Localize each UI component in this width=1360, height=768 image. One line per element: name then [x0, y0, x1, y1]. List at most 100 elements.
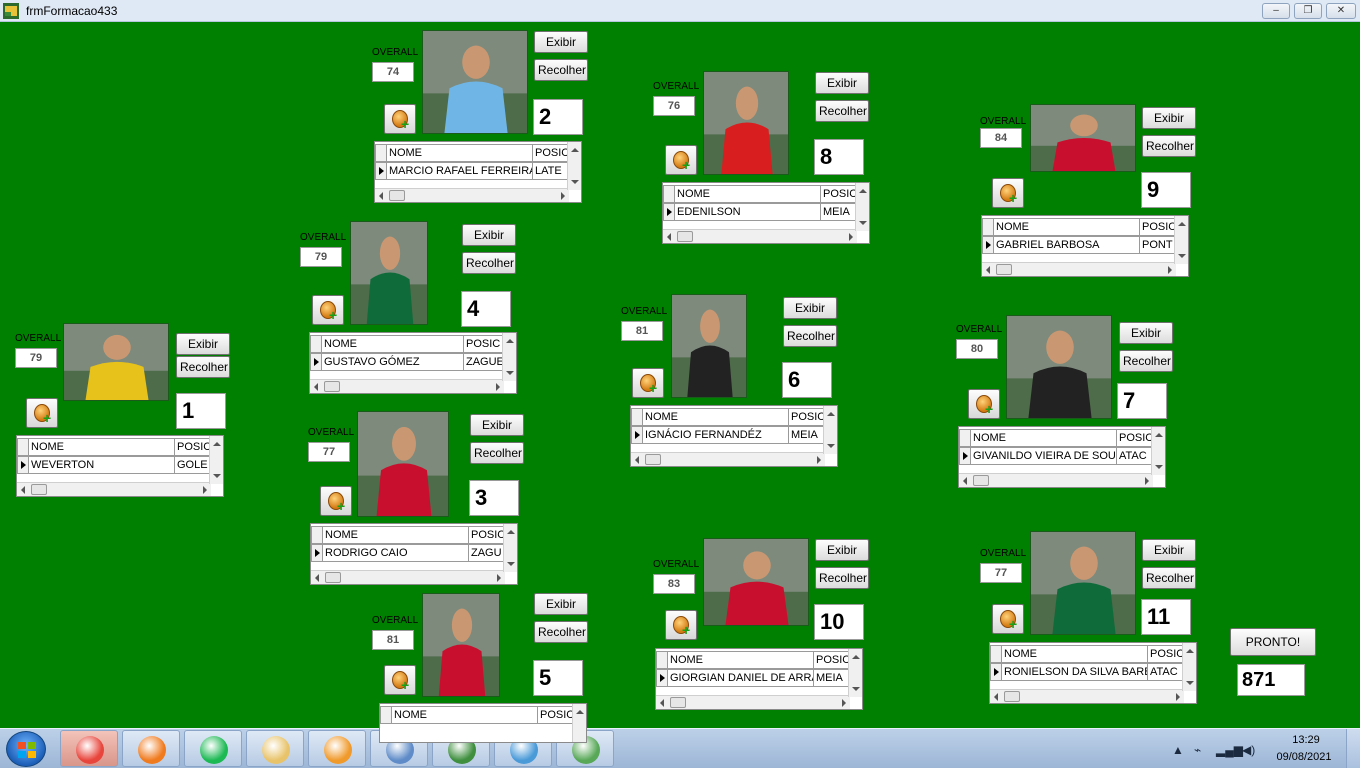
grid-vertical-scrollbar[interactable] [567, 142, 581, 190]
scroll-thumb[interactable] [325, 572, 341, 583]
scroll-left-icon[interactable] [660, 699, 664, 707]
scroll-down-icon[interactable] [827, 444, 835, 448]
grid-cell-nome[interactable]: GIORGIAN DANIEL DE ARRAS [668, 669, 814, 687]
scroll-down-icon[interactable] [852, 687, 860, 691]
scroll-thumb[interactable] [996, 264, 1012, 275]
scroll-right-icon[interactable] [497, 574, 501, 582]
grid-horizontal-scrollbar[interactable] [631, 452, 825, 466]
grid-cell-posicao[interactable]: ATAC [1148, 663, 1184, 681]
scroll-left-icon[interactable] [21, 486, 25, 494]
grid-cell-posicao[interactable]: ZAGUE [464, 353, 504, 371]
scroll-down-icon[interactable] [507, 562, 515, 566]
grid-data-row[interactable]: GABRIEL BARBOSA PONT [982, 236, 1176, 254]
grid-vertical-scrollbar[interactable] [502, 333, 516, 381]
grid-vertical-scrollbar[interactable] [848, 649, 862, 697]
pronto-button[interactable]: PRONTO! [1230, 628, 1316, 656]
grid-data-row[interactable]: RONIELSON DA SILVA BARBO ATAC [990, 663, 1184, 681]
grid-cell-posicao[interactable]: GOLE [175, 456, 211, 474]
scroll-down-icon[interactable] [1155, 465, 1163, 469]
recolher-button[interactable]: Recolher [783, 325, 837, 347]
taskbar-item[interactable] [60, 730, 118, 767]
grid-data-row[interactable]: RODRIGO CAIO ZAGU [311, 544, 505, 562]
grid-cell-posicao[interactable]: MEIA [814, 669, 850, 687]
scroll-up-icon[interactable] [827, 412, 835, 416]
taskbar-item[interactable] [246, 730, 304, 767]
player-grid[interactable]: NOME POSIC RODRIGO CAIO ZAGU [310, 523, 518, 585]
grid-vertical-scrollbar[interactable] [209, 436, 223, 484]
player-grid[interactable]: NOME POSIC GABRIEL BARBOSA PONT [981, 215, 1189, 277]
grid-cell-nome[interactable]: RODRIGO CAIO [323, 544, 469, 562]
grid-cell-posicao[interactable]: ZAGU [469, 544, 505, 562]
add-player-button[interactable]: + [632, 368, 664, 398]
scroll-right-icon[interactable] [496, 383, 500, 391]
scroll-up-icon[interactable] [1178, 222, 1186, 226]
player-grid[interactable]: NOME POSIC MARCIO RAFAEL FERREIRA D LATE [374, 141, 582, 203]
exibir-button[interactable]: Exibir [534, 31, 588, 53]
exibir-button[interactable]: Exibir [470, 414, 524, 436]
grid-cell-nome[interactable]: WEVERTON [29, 456, 175, 474]
scroll-down-icon[interactable] [859, 221, 867, 225]
scroll-left-icon[interactable] [963, 477, 967, 485]
scroll-thumb[interactable] [1004, 691, 1020, 702]
add-player-button[interactable]: + [26, 398, 58, 428]
exibir-button[interactable]: Exibir [783, 297, 837, 319]
grid-cell-posicao[interactable]: LATE [533, 162, 569, 180]
scroll-down-icon[interactable] [506, 371, 514, 375]
scroll-up-icon[interactable] [571, 148, 579, 152]
scroll-up-icon[interactable] [859, 189, 867, 193]
grid-cell-nome[interactable]: GUSTAVO GÓMEZ [322, 353, 464, 371]
player-grid[interactable]: NOME POSIC GUSTAVO GÓMEZ ZAGUE [309, 332, 517, 394]
add-player-button[interactable]: + [320, 486, 352, 516]
scroll-up-icon[interactable] [507, 530, 515, 534]
grid-horizontal-scrollbar[interactable] [663, 229, 857, 243]
add-player-button[interactable]: + [384, 104, 416, 134]
grid-horizontal-scrollbar[interactable] [375, 188, 569, 202]
grid-data-row[interactable]: IGNÁCIO FERNANDÉZ MEIA [631, 426, 825, 444]
grid-cell-nome[interactable]: IGNÁCIO FERNANDÉZ [643, 426, 789, 444]
recolher-button[interactable]: Recolher [176, 356, 230, 378]
grid-cell-posicao[interactable]: PONT [1140, 236, 1176, 254]
recolher-button[interactable]: Recolher [1119, 350, 1173, 372]
tray-expand-icon[interactable]: ▲ [1172, 743, 1184, 757]
player-grid[interactable]: NOME POSIC GIVANILDO VIEIRA DE SOUZA ATAC [958, 426, 1166, 488]
grid-cell-posicao[interactable]: MEIA [789, 426, 825, 444]
maximize-button[interactable]: ❐ [1294, 3, 1322, 19]
scroll-left-icon[interactable] [635, 456, 639, 464]
scroll-thumb[interactable] [645, 454, 661, 465]
scroll-thumb[interactable] [973, 475, 989, 486]
grid-vertical-scrollbar[interactable] [1174, 216, 1188, 264]
scroll-thumb[interactable] [31, 484, 47, 495]
grid-data-row[interactable]: EDENILSON MEIA [663, 203, 857, 221]
scroll-down-icon[interactable] [1178, 254, 1186, 258]
scroll-thumb[interactable] [677, 231, 693, 242]
add-player-button[interactable]: + [992, 178, 1024, 208]
scroll-down-icon[interactable] [571, 180, 579, 184]
grid-data-row[interactable]: GIORGIAN DANIEL DE ARRAS MEIA [656, 669, 850, 687]
grid-cell-nome[interactable]: RONIELSON DA SILVA BARBO [1002, 663, 1148, 681]
player-grid[interactable]: NOME POSIC RONIELSON DA SILVA BARBO ATAC [989, 642, 1197, 704]
grid-vertical-scrollbar[interactable] [572, 704, 586, 742]
scroll-right-icon[interactable] [1176, 693, 1180, 701]
scroll-left-icon[interactable] [315, 574, 319, 582]
grid-cell-posicao[interactable]: ATAC [1117, 447, 1153, 465]
taskbar-item[interactable] [308, 730, 366, 767]
add-player-button[interactable]: + [665, 610, 697, 640]
scroll-up-icon[interactable] [213, 442, 221, 446]
grid-vertical-scrollbar[interactable] [823, 406, 837, 454]
scroll-thumb[interactable] [670, 697, 686, 708]
scroll-left-icon[interactable] [379, 192, 383, 200]
grid-horizontal-scrollbar[interactable] [311, 570, 505, 584]
scroll-up-icon[interactable] [1155, 433, 1163, 437]
scroll-up-icon[interactable] [506, 339, 514, 343]
grid-horizontal-scrollbar[interactable] [990, 689, 1184, 703]
scroll-down-icon[interactable] [213, 474, 221, 478]
grid-data-row[interactable]: MARCIO RAFAEL FERREIRA D LATE [375, 162, 569, 180]
add-player-button[interactable]: + [665, 145, 697, 175]
recolher-button[interactable]: Recolher [815, 567, 869, 589]
recolher-button[interactable]: Recolher [1142, 567, 1196, 589]
scroll-right-icon[interactable] [1168, 266, 1172, 274]
close-button[interactable]: ✕ [1326, 3, 1356, 19]
add-player-button[interactable]: + [992, 604, 1024, 634]
exibir-button[interactable]: Exibir [176, 333, 230, 355]
scroll-left-icon[interactable] [667, 233, 671, 241]
